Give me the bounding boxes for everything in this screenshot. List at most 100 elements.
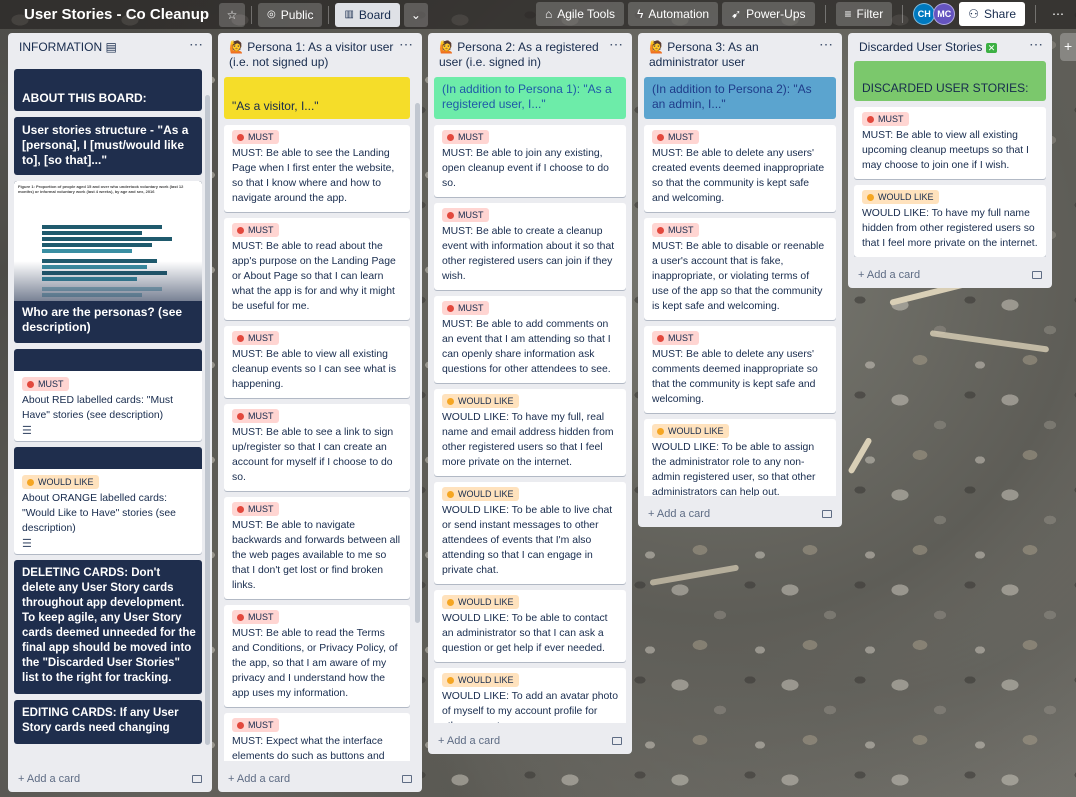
story-card[interactable]: MUST MUST: Be able to navigate backwards … [224,497,410,599]
list-menu-icon[interactable]: ⋯ [1029,37,1044,51]
label-dot-icon [447,304,454,312]
label-dot-icon [237,334,244,342]
background-stick [649,564,740,586]
story-card[interactable]: MUST MUST: Expect what the interface elem… [224,713,410,761]
list-header[interactable]: Discarded User Stories ✕ ⋯ [848,33,1052,61]
card-title: "As a visitor, I..." [232,99,319,113]
list-menu-icon[interactable]: ⋯ [399,37,414,51]
template-icon[interactable] [612,737,622,745]
power-ups-button[interactable]: ➹ Power-Ups [722,2,815,26]
add-card-label: + Add a card [858,269,921,281]
card-title: WOULD LIKE: To add an avatar photo of my… [442,691,618,723]
story-card[interactable]: WOULD LIKE WOULD LIKE: To be able to assi… [644,419,836,496]
card-structure[interactable]: User stories structure - "As a [persona]… [14,117,202,175]
label-would-like: WOULD LIKE [22,475,99,489]
list-cards: (In addition to Persona 2): "As an admin… [638,69,842,496]
list-title: Discarded User Stories ✕ [859,40,998,54]
card-red-labels[interactable]: MUST About RED labelled cards: "Must Hav… [14,349,202,441]
label-must: MUST [652,223,699,237]
card-orange-labels[interactable]: WOULD LIKE About ORANGE labelled cards: … [14,447,202,554]
card-deleting[interactable]: DELETING CARDS: Don't delete any User St… [14,560,202,694]
label-would-like: WOULD LIKE [442,394,519,408]
story-card[interactable]: MUST MUST: Be able to see a link to sign … [224,404,410,491]
card-title: MUST: Be able to see the Landing Page wh… [232,148,395,204]
story-card[interactable]: MUST MUST: Be able to view all existing c… [224,326,410,398]
story-card[interactable]: MUST MUST: Be able to add comments on an … [434,296,626,383]
add-card-button[interactable]: + Add a card [848,257,1052,287]
card-title: MUST: Be able to disable or reenable a u… [652,241,825,312]
power-ups-label: Power-Ups [746,7,806,21]
story-card[interactable]: MUST MUST: Be able to read about the app'… [224,218,410,320]
story-card[interactable]: WOULD LIKE WOULD LIKE: To have my full na… [854,185,1046,257]
list-header[interactable]: INFORMATION ▤ ⋯ [8,33,212,69]
card-title: MUST: Be able to navigate backwards and … [232,520,401,591]
list-scrollbar[interactable] [415,103,420,623]
list-cards: (In addition to Persona 1): "As a regist… [428,69,632,723]
card-title: About RED labelled cards: "Must Have" st… [22,395,173,421]
story-card[interactable]: MUST MUST: Be able to see the Landing Pag… [224,125,410,212]
share-label: Share [983,7,1016,21]
story-card[interactable]: MUST MUST: Be able to view all existing u… [854,107,1046,179]
list-menu-icon[interactable]: ⋯ [189,37,204,51]
lightning-icon: ϟ [637,7,644,21]
template-icon[interactable] [402,775,412,783]
agile-tools-button[interactable]: ⌂ Agile Tools [535,2,625,26]
add-card-button[interactable]: + Add a card [8,761,212,791]
card-cover-admin[interactable]: (In addition to Persona 2): "As an admin… [644,77,836,119]
board-title[interactable]: User Stories - Co Cleanup [16,2,217,27]
view-label: Board [358,7,391,22]
label-must: MUST [232,409,279,423]
add-card-button[interactable]: + Add a card [638,496,842,526]
card-cover-discarded[interactable]: DISCARDED USER STORIES: [854,61,1046,101]
add-list-button[interactable]: + [1060,33,1076,61]
story-card[interactable]: MUST MUST: Be able to read the Terms and … [224,605,410,707]
story-card[interactable]: MUST MUST: Be able to create a cleanup ev… [434,203,626,290]
card-title: MUST: Be able to delete any users' creat… [652,148,825,204]
story-card[interactable]: WOULD LIKE WOULD LIKE: To have my full, r… [434,389,626,476]
globe-icon: ◎ [267,9,276,20]
card-personas[interactable]: Figure 1: Proportion of people aged 15 a… [14,181,202,343]
filter-icon: ≡ [844,7,852,21]
cross-mark-icon: ✕ [985,43,998,53]
list-menu-icon[interactable]: ⋯ [819,37,834,51]
story-card[interactable]: WOULD LIKE WOULD LIKE: To add an avatar p… [434,668,626,723]
card-title: MUST: Be able to add comments on an even… [442,319,611,375]
board-menu-button[interactable]: ⋯ [1046,2,1070,26]
filter-button[interactable]: ≡ Filter [835,2,893,26]
member-avatar[interactable]: MC [933,3,956,25]
member-avatar[interactable]: CH [913,3,936,25]
story-card[interactable]: WOULD LIKE WOULD LIKE: To be able to cont… [434,590,626,662]
persona-icon: 🙋 [649,40,664,54]
template-icon[interactable] [192,775,202,783]
template-icon[interactable] [822,510,832,518]
label-dot-icon [657,334,664,342]
list-scrollbar[interactable] [205,95,210,745]
automation-button[interactable]: ϟ Automation [628,2,719,26]
list-persona-3: 🙋 Persona 3: As an administrator user ⋯ … [638,33,842,527]
list-header[interactable]: 🙋 Persona 3: As an administrator user ⋯ [638,33,842,69]
story-card[interactable]: MUST MUST: Be able to delete any users' c… [644,125,836,212]
add-card-button[interactable]: + Add a card [218,761,422,791]
view-switcher-button[interactable]: ⌄ [403,2,428,27]
divider [328,5,330,24]
story-card[interactable]: MUST MUST: Be able to join any existing, … [434,125,626,197]
story-card[interactable]: WOULD LIKE WOULD LIKE: To be able to live… [434,482,626,584]
template-icon[interactable] [1032,271,1042,279]
list-menu-icon[interactable]: ⋯ [609,37,624,51]
visibility-button[interactable]: ◎ Public [258,2,323,27]
card-editing[interactable]: EDITING CARDS: If any User Story cards n… [14,700,202,744]
star-icon: ☆ [226,7,238,22]
card-cover-registered[interactable]: (In addition to Persona 1): "As a regist… [434,77,626,119]
list-header[interactable]: 🙋 Persona 2: As a registered user (i.e. … [428,33,632,69]
story-card[interactable]: MUST MUST: Be able to delete any users' c… [644,326,836,413]
rocket-icon: ➹ [731,7,742,21]
board-view-button[interactable]: ▥ Board [335,2,400,27]
add-card-button[interactable]: + Add a card [428,723,632,753]
list-header[interactable]: 🙋 Persona 1: As a visitor user (i.e. not… [218,33,422,69]
card-cover-visitor[interactable]: "As a visitor, I..." [224,77,410,119]
story-card[interactable]: MUST MUST: Be able to disable or reenable… [644,218,836,320]
star-button[interactable]: ☆ [219,2,246,27]
card-about[interactable]: ABOUT THIS BOARD: [14,69,202,111]
share-button[interactable]: ⚇ Share [959,2,1025,26]
label-must: MUST [862,112,909,126]
